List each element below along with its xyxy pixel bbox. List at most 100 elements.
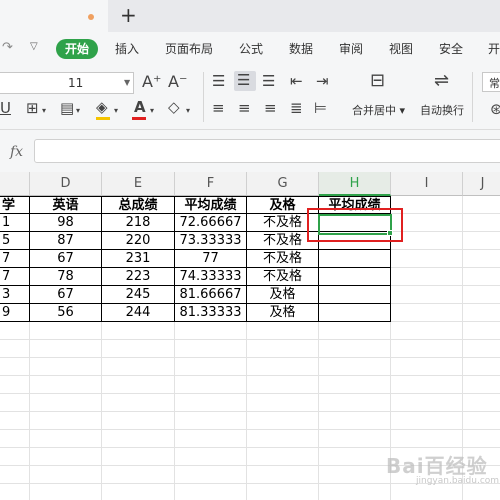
grid-cell[interactable] [175, 430, 247, 448]
column-header-i[interactable]: I [391, 172, 463, 196]
align-left-icon[interactable]: ≡ [212, 99, 225, 117]
grid-cell[interactable] [463, 286, 500, 304]
table-cell[interactable]: 81.33333 [175, 304, 247, 322]
grid-cell[interactable] [319, 322, 391, 340]
grid-cell[interactable] [102, 394, 175, 412]
grid-cell[interactable] [102, 358, 175, 376]
grid-cell[interactable] [0, 430, 30, 448]
grid-cell[interactable] [30, 412, 102, 430]
column-header-e[interactable]: E [102, 172, 175, 196]
table-cell[interactable]: 223 [102, 268, 175, 286]
table-cell[interactable] [319, 250, 391, 268]
grid-cell[interactable] [319, 340, 391, 358]
grid-cell[interactable] [391, 268, 463, 286]
quick-access-chevron-down-icon[interactable]: ▽ [30, 41, 38, 52]
grid-cell[interactable] [391, 394, 463, 412]
grid-cell[interactable] [319, 412, 391, 430]
chevron-down-icon[interactable]: ▾ [42, 102, 46, 120]
grow-font-button[interactable]: A⁺ [142, 73, 161, 91]
function-icon[interactable]: fx [10, 144, 23, 160]
number-format-select[interactable]: 常 [482, 72, 500, 92]
grid-cell[interactable] [175, 376, 247, 394]
grid-cell[interactable] [102, 430, 175, 448]
grid-cell[interactable] [247, 448, 319, 466]
table-header-cell[interactable]: 平均成绩 [175, 196, 247, 214]
grid-cell[interactable] [0, 466, 30, 484]
eraser-icon[interactable]: ◇ [168, 98, 180, 116]
table-cell[interactable]: 87 [30, 232, 102, 250]
tab-review[interactable]: 审阅 [339, 41, 363, 57]
table-cell[interactable]: 67 [30, 286, 102, 304]
grid-cell[interactable] [247, 376, 319, 394]
grid-cell[interactable] [391, 430, 463, 448]
redo-icon[interactable]: ↷ [2, 40, 13, 55]
grid-cell[interactable] [30, 466, 102, 484]
table-cell[interactable]: 不及格 [247, 268, 319, 286]
table-header-cell[interactable]: 英语 [30, 196, 102, 214]
tab-insert[interactable]: 插入 [115, 41, 139, 57]
grid-cell[interactable] [463, 232, 500, 250]
grid-cell[interactable] [319, 394, 391, 412]
table-cell[interactable]: 及格 [247, 286, 319, 304]
grid-cell[interactable] [463, 430, 500, 448]
table-cell[interactable]: 74.33333 [175, 268, 247, 286]
grid-cell[interactable] [175, 448, 247, 466]
increase-indent-icon[interactable]: ⇥ [316, 72, 329, 90]
table-cell[interactable]: 不及格 [247, 250, 319, 268]
table-cell[interactable]: 73.33333 [175, 232, 247, 250]
grid-cell[interactable] [175, 358, 247, 376]
grid-cell[interactable] [247, 484, 319, 500]
column-header-g[interactable]: G [247, 172, 319, 196]
grid-cell[interactable] [0, 484, 30, 500]
grid-cell[interactable] [247, 430, 319, 448]
grid-cell[interactable] [30, 340, 102, 358]
table-header-cell[interactable]: 学 [0, 196, 30, 214]
grid-cell[interactable] [247, 412, 319, 430]
shrink-font-button[interactable]: A⁻ [168, 73, 187, 91]
grid-cell[interactable] [391, 322, 463, 340]
chevron-down-icon[interactable]: ▾ [114, 102, 118, 120]
grid-cell[interactable] [102, 412, 175, 430]
grid-cell[interactable] [102, 448, 175, 466]
grid-cell[interactable] [30, 430, 102, 448]
grid-cell[interactable] [102, 340, 175, 358]
currency-icon[interactable]: ⊛ [490, 100, 500, 118]
table-cell[interactable]: 67 [30, 250, 102, 268]
grid-cell[interactable] [30, 448, 102, 466]
table-cell[interactable]: 7 [0, 268, 30, 286]
grid-cell[interactable] [319, 430, 391, 448]
tab-more[interactable]: 开 [488, 41, 500, 57]
grid-cell[interactable] [463, 376, 500, 394]
grid-cell[interactable] [0, 448, 30, 466]
grid-cell[interactable] [102, 322, 175, 340]
align-top-icon[interactable]: ☰ [212, 72, 225, 90]
grid-cell[interactable] [463, 196, 500, 214]
align-center-icon[interactable]: ≡ [238, 99, 251, 117]
table-cell[interactable]: 77 [175, 250, 247, 268]
grid-cell[interactable] [0, 394, 30, 412]
grid-cell[interactable] [175, 466, 247, 484]
grid-cell[interactable] [391, 484, 463, 500]
grid-cell[interactable] [463, 322, 500, 340]
grid-cell[interactable] [175, 340, 247, 358]
grid-cell[interactable] [463, 358, 500, 376]
table-cell[interactable]: 98 [30, 214, 102, 232]
chevron-down-icon[interactable]: ▾ [150, 102, 154, 120]
grid-cell[interactable] [391, 412, 463, 430]
grid-cell[interactable] [391, 376, 463, 394]
table-cell[interactable]: 1 [0, 214, 30, 232]
grid-cell[interactable] [319, 484, 391, 500]
grid-cell[interactable] [30, 322, 102, 340]
table-cell[interactable]: 5 [0, 232, 30, 250]
document-tab[interactable] [0, 0, 108, 32]
grid-cell[interactable] [463, 250, 500, 268]
table-cell[interactable]: 3 [0, 286, 30, 304]
justify-icon[interactable]: ≣ [290, 99, 303, 117]
new-tab-button[interactable]: + [120, 4, 137, 26]
table-cell[interactable] [319, 304, 391, 322]
font-color-icon[interactable]: A [134, 98, 146, 116]
wrap-text-button[interactable]: 自动换行 [420, 102, 464, 118]
column-header-partial[interactable] [0, 172, 30, 196]
align-bottom-icon[interactable]: ☰ [262, 72, 275, 90]
tab-view[interactable]: 视图 [389, 41, 413, 57]
